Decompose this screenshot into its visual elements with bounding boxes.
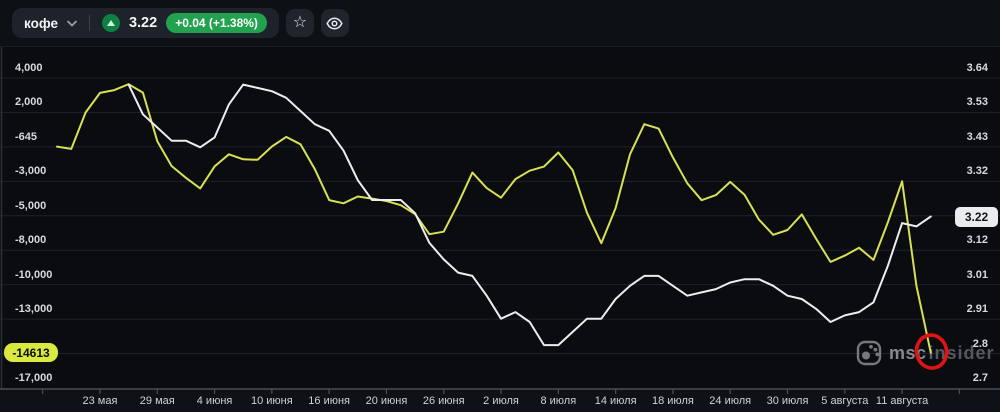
- series-layer: [56, 83, 932, 354]
- divider: [88, 15, 90, 31]
- left-axis-label: -5,000: [15, 199, 47, 212]
- visibility-button[interactable]: [320, 9, 349, 37]
- series-price-line: [127, 83, 932, 347]
- chevron-down-icon[interactable]: [67, 20, 77, 27]
- star-icon: ☆: [292, 13, 308, 31]
- left-axis-label: -10,000: [15, 268, 53, 281]
- top-toolbar: кофе 3.22 +0.04 (+1.38%) ☆: [0, 0, 1000, 47]
- price-last-value-badge: 3.22: [955, 206, 998, 227]
- left-axis-label: -3,000: [15, 165, 47, 178]
- left-axis-label: -645: [15, 130, 38, 143]
- left-axis-label: -8,000: [15, 234, 47, 247]
- trading-chart-window: msc insider -14613 3.22 кофе 3.22 +0.04 …: [0, 0, 1000, 412]
- annotation-layer: [914, 333, 949, 370]
- series-indicator-line: [56, 83, 932, 354]
- mscinsider-logo-icon: [856, 340, 882, 366]
- left-axis-label: 4,000: [15, 62, 43, 74]
- watchlist-button[interactable]: ☆: [285, 9, 314, 37]
- right-axis-label: 3.53: [966, 96, 988, 109]
- direction-up-icon: [101, 14, 120, 32]
- symbol-pill: кофе 3.22 +0.04 (+1.38%): [12, 8, 279, 38]
- right-axis-label: 2.8: [972, 337, 988, 350]
- watermark-brand-bold: msc: [889, 342, 927, 363]
- indicator-last-value-badge: -14613: [4, 343, 58, 363]
- right-axis-label: 3.01: [966, 268, 988, 281]
- right-axis-label: 3.64: [966, 62, 988, 74]
- left-axis-label: -17,000: [15, 372, 53, 384]
- x-axis-date-label: 11 августа: [875, 395, 929, 407]
- right-axis-label: 3.32: [966, 165, 988, 178]
- left-axis-label: 2,000: [15, 96, 43, 109]
- change-badge: +0.04 (+1.38%): [166, 13, 267, 33]
- right-axis-label: 2.91: [966, 303, 988, 316]
- eye-icon: [326, 16, 344, 30]
- last-price: 3.22: [128, 15, 158, 31]
- grid-layer: [0, 46, 1000, 394]
- left-axis-label: -13,000: [15, 303, 53, 316]
- right-axis-label: 3.43: [966, 130, 988, 143]
- right-axis-label: 2.7: [972, 372, 988, 384]
- symbol-dropdown[interactable]: кофе: [24, 16, 58, 31]
- right-axis-label: 3.12: [966, 234, 988, 247]
